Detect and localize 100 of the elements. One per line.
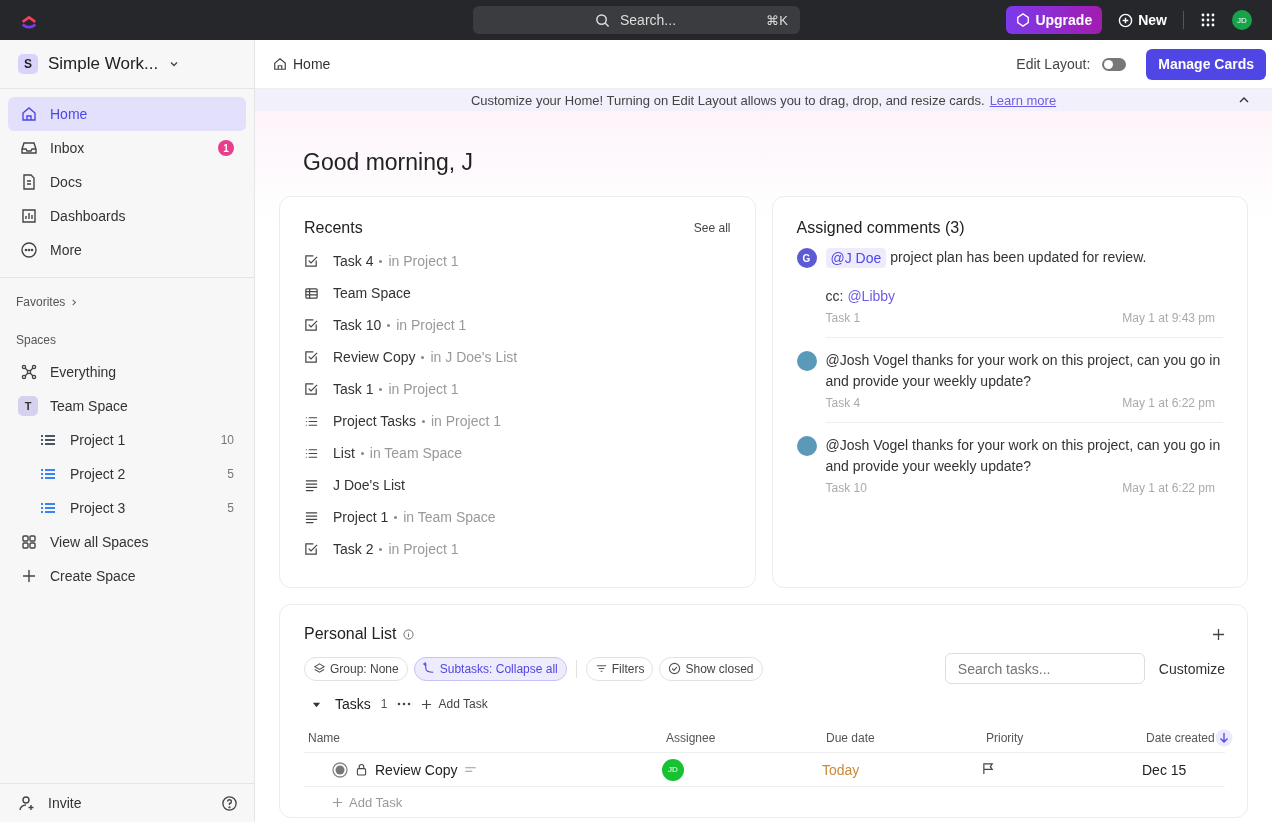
plus-icon[interactable] [1212,627,1225,641]
workspace-avatar: S [18,54,38,74]
checkbox-icon [304,381,319,397]
recent-item[interactable]: Project Tasks [333,413,416,429]
section-label: Spaces [15,332,58,349]
space-item[interactable]: T Team Space [8,389,246,423]
recent-item[interactable]: Task 1 [333,381,374,397]
hexagon-icon [1016,13,1031,27]
bar-chart-icon [20,207,38,225]
user-avatar [796,351,817,371]
project-item[interactable]: Project 3 5 [8,491,246,525]
help-icon[interactable] [221,794,238,812]
home-icon [273,57,287,71]
filter-icon [594,662,608,675]
status-icon[interactable] [332,761,348,778]
favorites-toggle[interactable]: Favorites [16,295,66,309]
recent-item[interactable]: Task 2 [333,541,374,557]
recent-item[interactable]: Task 10 [333,317,382,333]
plus-icon [332,796,343,808]
nav-item[interactable]: Dashboards [8,199,246,233]
plus-icon [20,567,38,585]
filter-chip[interactable]: Filters [585,656,654,681]
recent-item[interactable]: List [333,445,355,461]
column-header[interactable]: Priority [982,731,1024,745]
comment-text: @Josh Vogel thanks for your work on this project, can you go in and provide your weekly update? [825,351,1222,391]
space-item[interactable]: Everything [8,355,246,389]
info-icon [402,628,414,640]
recent-item[interactable]: Project 1 [333,509,389,525]
space-item[interactable]: View all Spaces [8,525,246,559]
checkbox-icon [304,541,319,557]
recent-item[interactable]: Task 4 [333,253,374,269]
recent-location: in Team Space [369,445,463,461]
filter-chip[interactable]: Group: None [304,656,408,681]
column-header[interactable]: Name [304,731,340,745]
upgrade-button[interactable]: Upgrade [1006,6,1103,34]
grid-icon [20,533,38,551]
task-count: 5 [227,501,234,515]
see-all-link[interactable]: See all [693,221,731,235]
date-created: Dec 15 [1142,761,1188,778]
task-name[interactable]: Review Copy [375,761,458,778]
breadcrumb[interactable]: Home [293,56,331,72]
customize-button[interactable]: Customize [1154,660,1225,677]
task-count: 5 [227,467,234,481]
manage-cards-button[interactable]: Manage Cards [1146,48,1266,80]
space-item[interactable]: Create Space [8,559,246,593]
search-tasks-field[interactable]: Search tasks... [944,653,1145,684]
banner-text: Customize your Home! Turning on Edit Layout allows you to drag, drop, and resize cards. [470,92,985,108]
table-icon [304,285,319,301]
edit-layout-toggle[interactable] [1102,57,1127,71]
comment-time: May 1 at 6:22 pm [1122,396,1215,410]
workspace-name[interactable]: Simple Work... [48,54,159,74]
search-field[interactable]: Search... ⌘K [473,6,800,34]
mention-tag[interactable]: @J Doe [825,247,887,268]
network-icon [20,363,38,381]
recent-item[interactable]: J Doe's List [333,477,405,493]
filter-chip[interactable]: Show closed [659,656,763,681]
unread-count-badge: 1 [218,140,234,156]
document-icon [20,173,38,191]
branch-icon [422,662,436,675]
nav-item[interactable]: Inbox 1 [8,131,246,165]
home-icon [20,105,38,123]
recent-location: in J Doe's List [430,349,518,365]
search-icon [595,12,610,28]
column-header[interactable]: Due date [822,731,875,745]
nav-item[interactable]: Home [8,97,246,131]
flag-icon[interactable] [982,761,995,775]
plus-circle-icon [1118,12,1134,28]
plus-icon [421,698,433,710]
column-header[interactable]: Date created [1142,731,1215,745]
recent-location: in Project 1 [396,317,467,333]
layers-icon [313,662,326,675]
checkbox-icon [304,349,319,365]
project-item[interactable]: Project 1 10 [8,423,246,457]
column-header[interactable]: Assignee [662,731,716,745]
nav-item[interactable]: Docs [8,165,246,199]
cc-label: cc: [825,287,844,306]
apps-grid-icon[interactable] [1200,12,1216,28]
add-task-button[interactable]: Add Task [421,697,488,711]
user-avatar: G [796,248,817,268]
nav-item[interactable]: More [8,233,246,267]
card-title: Personal List [304,625,397,643]
greeting: Good morning, J [302,148,475,177]
card-title: Assigned comments (3) [796,219,965,237]
comment-time: May 1 at 9:43 pm [1122,311,1215,325]
description-icon [465,766,477,773]
more-icon[interactable] [397,702,412,706]
mention-link[interactable]: @Libby [847,286,896,307]
group-name: Tasks [335,696,371,712]
learn-more-link[interactable]: Learn more [989,92,1057,108]
recent-location: in Project 1 [431,413,502,429]
recent-item[interactable]: Review Copy [333,349,416,365]
inbox-icon [20,139,38,157]
project-item[interactable]: Project 2 5 [8,457,246,491]
search-input[interactable]: Search... [618,11,759,29]
new-button[interactable]: New [1118,12,1167,28]
recent-item[interactable]: Team Space [333,285,411,301]
more-icon [20,241,38,259]
check-circle-icon [668,662,682,675]
filter-chip[interactable]: Subtasks: Collapse all [413,656,567,681]
invite-button[interactable]: Invite [18,794,82,812]
